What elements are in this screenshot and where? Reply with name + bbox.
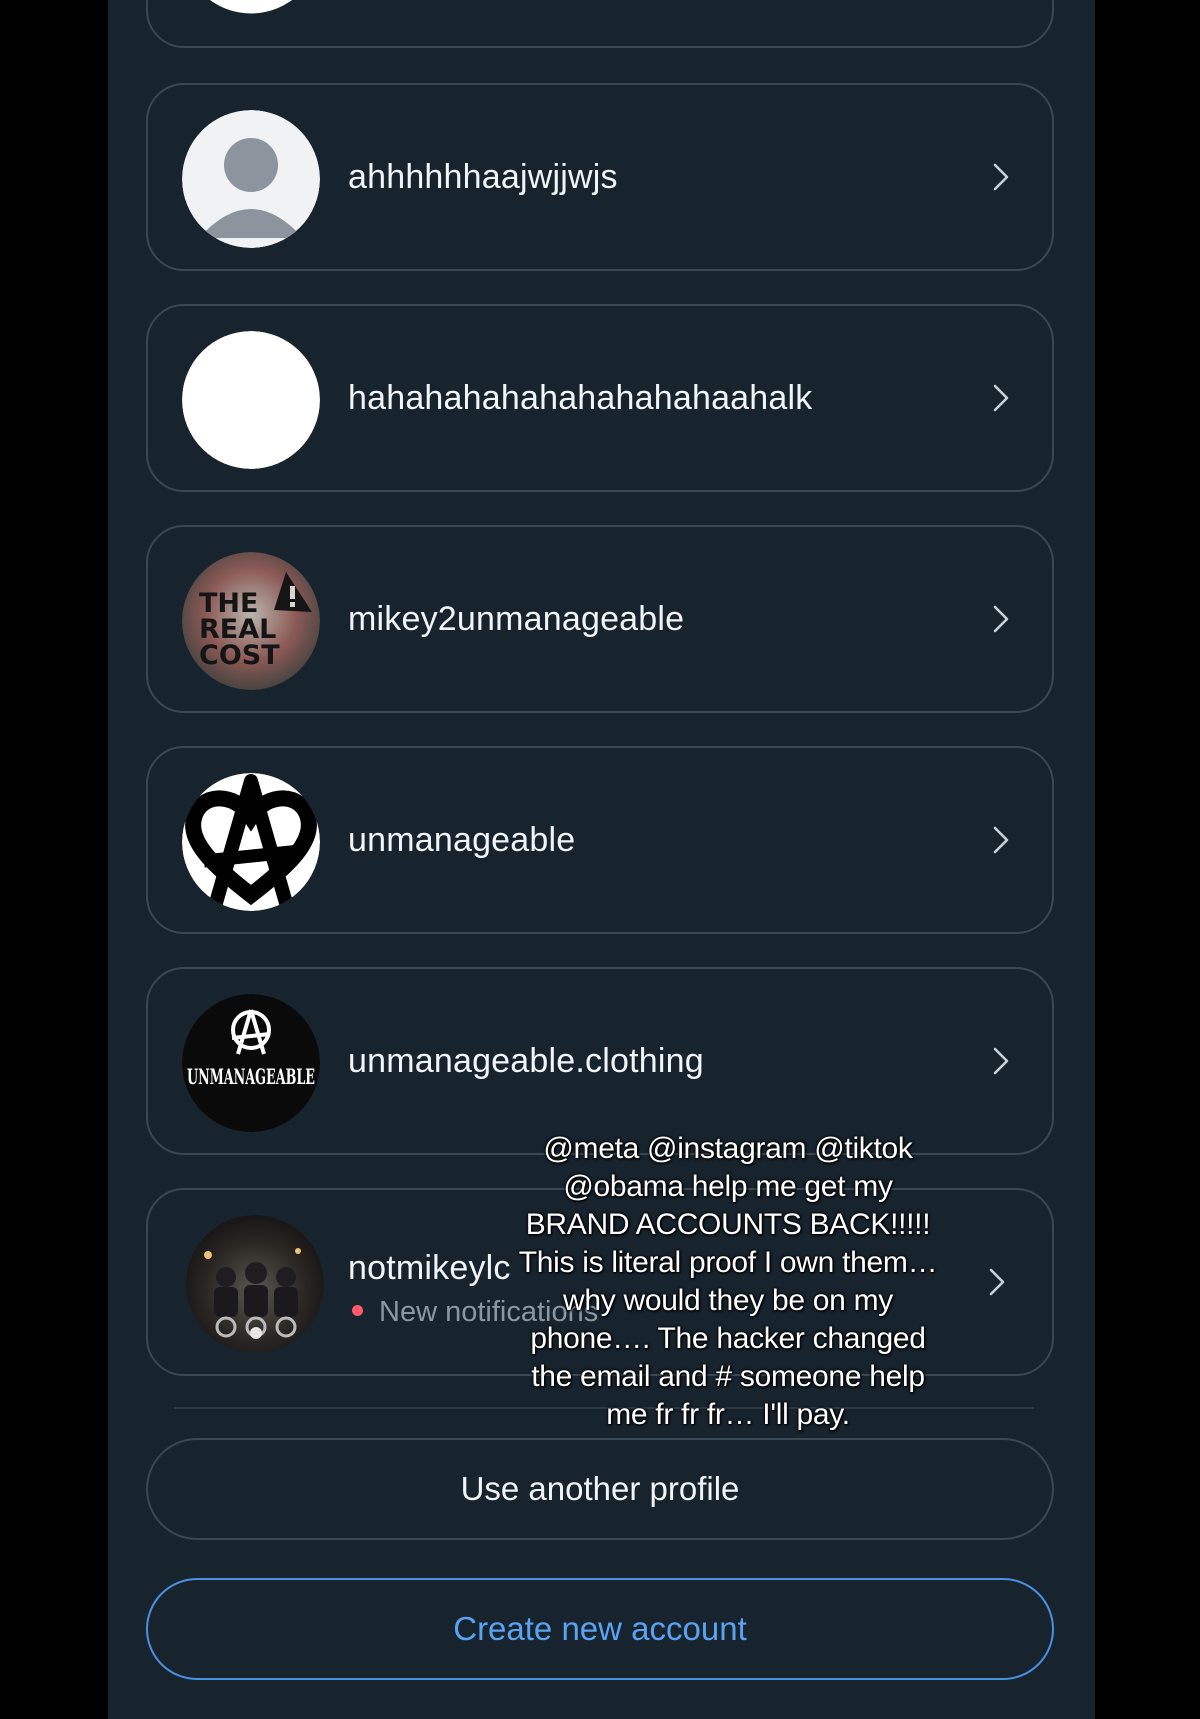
account-username: mikey2unmanageable bbox=[348, 600, 685, 638]
chevron-right-icon bbox=[986, 162, 1016, 192]
svg-text:COST: COST bbox=[199, 640, 280, 671]
unmanageable-clothing-logo: UNMANAGEABLE bbox=[182, 994, 320, 1132]
account-username: hahahahahahahahahahaahalk bbox=[348, 379, 813, 417]
chevron-right-icon bbox=[986, 825, 1016, 855]
account-card-mikey2unmanageable[interactable]: THE REAL COST mikey2unmanageable bbox=[146, 525, 1054, 713]
account-card-hahahaha[interactable]: hahahahahahahahahahaahalk bbox=[146, 304, 1054, 492]
create-new-account-button[interactable]: Create new account bbox=[146, 1578, 1054, 1680]
group-photo-avatar bbox=[186, 1215, 324, 1353]
account-username: unmanageable bbox=[348, 821, 576, 859]
overlay-caption: @meta @instagram @tiktok @obama help me … bbox=[518, 1132, 938, 1431]
account-username: unmanageable.clothing bbox=[348, 1042, 704, 1080]
chevron-right-icon bbox=[982, 1267, 1012, 1297]
account-card-unmanageable[interactable]: unmanageable bbox=[146, 746, 1054, 934]
avatar bbox=[182, 0, 320, 27]
account-username: notmikeylc bbox=[348, 1249, 511, 1287]
blank-avatar bbox=[182, 331, 320, 469]
account-card-partial[interactable] bbox=[146, 0, 1054, 48]
account-card-unmanageable-clothing[interactable]: UNMANAGEABLE unmanageable.clothing bbox=[146, 967, 1054, 1155]
svg-text:UNMANAGEABLE: UNMANAGEABLE bbox=[187, 1064, 315, 1089]
chevron-right-icon bbox=[986, 1046, 1016, 1076]
account-card-ahhhhhhaajwjjwjs[interactable]: ahhhhhhaajwjjwjs bbox=[146, 83, 1054, 271]
default-person-icon bbox=[182, 110, 320, 248]
use-another-profile-button[interactable]: Use another profile bbox=[146, 1438, 1054, 1540]
chevron-right-icon bbox=[986, 604, 1016, 634]
the-real-cost-logo: THE REAL COST bbox=[182, 552, 320, 690]
anarchy-heart-logo bbox=[182, 773, 320, 911]
account-username: ahhhhhhaajwjjwjs bbox=[348, 158, 618, 196]
chevron-right-icon bbox=[986, 383, 1016, 413]
notification-dot bbox=[352, 1304, 363, 1316]
account-switcher-screen: ahhhhhhaajwjjwjs hahahahahahahahahahaaha… bbox=[108, 0, 1095, 1719]
